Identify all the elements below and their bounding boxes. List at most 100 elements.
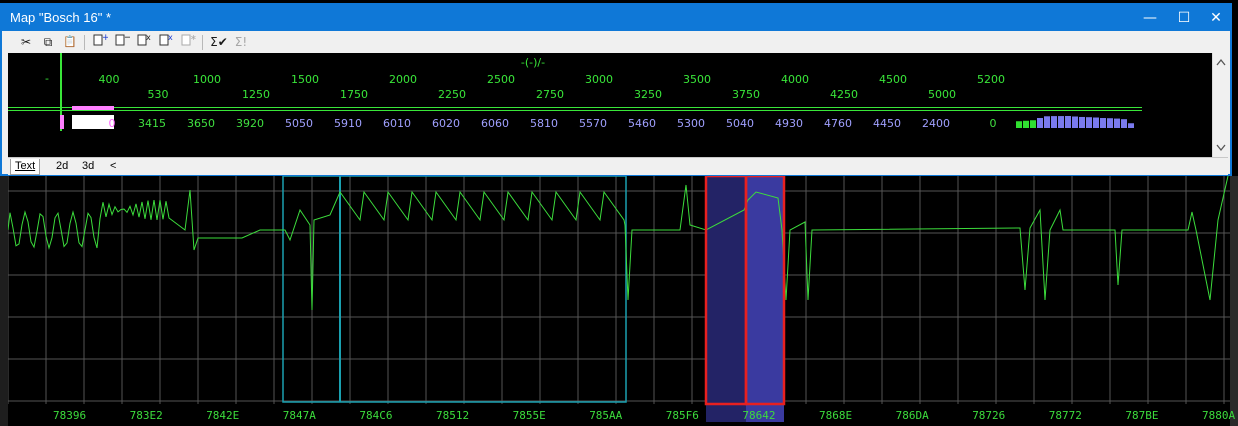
address-label: 7847A	[282, 409, 316, 422]
address-label: 7880A	[1202, 409, 1236, 422]
sum-icon[interactable]: Σ!	[230, 32, 252, 52]
x-axis-label: 1000	[193, 73, 221, 86]
x-axis-label: 5000	[928, 88, 956, 101]
sum-check-icon[interactable]: Σ✔	[208, 32, 230, 52]
svg-text:−: −	[124, 33, 130, 43]
mini-bar	[1030, 120, 1036, 128]
map-value-cell[interactable]: 4930	[775, 117, 803, 130]
minimize-button[interactable]: —	[1133, 5, 1167, 31]
x-axis-label: 2500	[487, 73, 515, 86]
mini-bar	[1093, 117, 1099, 128]
map-value-cell[interactable]: 4450	[873, 117, 901, 130]
x-axis-label: 3500	[683, 73, 711, 86]
mini-bar	[1058, 116, 1064, 128]
address-label: 785AA	[589, 409, 623, 422]
mini-bar	[1044, 116, 1050, 128]
corner-label: -	[45, 72, 49, 85]
map-grid-lines	[8, 53, 1142, 131]
mini-bar	[1051, 116, 1057, 128]
multiply-alt-icon[interactable]: x	[156, 32, 176, 52]
mini-bar	[1079, 116, 1085, 128]
disabled-op-icon[interactable]: ∗	[178, 32, 198, 52]
selection-shade	[706, 176, 746, 422]
svg-text:∗: ∗	[190, 33, 196, 42]
x-axis-label: 1750	[340, 88, 368, 101]
remove-row-icon[interactable]: −	[112, 32, 132, 52]
x-axis-label: 3250	[634, 88, 662, 101]
map-value-cell[interactable]: 5810	[530, 117, 558, 130]
svg-text:x: x	[168, 33, 173, 42]
copy-icon[interactable]: ⧉	[38, 32, 58, 52]
map-value-cell[interactable]: 3650	[187, 117, 215, 130]
address-label: 787BE	[1125, 409, 1159, 422]
maximize-button[interactable]: ☐	[1167, 5, 1201, 31]
data-trace	[7, 175, 1229, 311]
mini-bar	[1128, 123, 1134, 128]
tab-2d[interactable]: 2d	[52, 159, 72, 174]
map-value-cell[interactable]: 6010	[383, 117, 411, 130]
selection-fill	[746, 176, 784, 422]
svg-text:+: +	[102, 33, 108, 43]
x-axis-label: 400	[98, 73, 120, 86]
map-value-cell[interactable]: 3920	[236, 117, 264, 130]
mini-bar	[1107, 118, 1113, 128]
map-value-cell[interactable]: 6060	[481, 117, 509, 130]
map-value-cell[interactable]: 5570	[579, 117, 607, 130]
vertical-scrollbar[interactable]	[1212, 53, 1229, 157]
left-gutter	[0, 176, 8, 426]
paste-icon[interactable]: 📋	[60, 32, 80, 52]
map-window[interactable]: Map "Bosch 16" * — ☐ ✕ ✂ ⧉ 📋 + − x x ∗ Σ…	[0, 3, 1232, 176]
address-label: 783E2	[129, 409, 163, 422]
map-value-cell[interactable]: 0	[990, 117, 997, 130]
map-value-cell[interactable]: 6020	[432, 117, 460, 130]
mini-bar	[1072, 116, 1078, 128]
map-value-cell[interactable]: 5910	[334, 117, 362, 130]
x-axis-label: 1500	[291, 73, 319, 86]
add-row-icon[interactable]: +	[90, 32, 110, 52]
mini-bar	[1037, 118, 1043, 128]
x-axis-label: 4500	[879, 73, 907, 86]
address-label: 784C6	[359, 409, 393, 422]
map-value-cell[interactable]: 3415	[138, 117, 166, 130]
tab-text[interactable]: Text	[10, 159, 41, 175]
x-axis-label: 530	[147, 88, 169, 101]
cut-icon[interactable]: ✂	[16, 32, 36, 52]
map-value-cell[interactable]: 4760	[824, 117, 852, 130]
toolbar: ✂ ⧉ 📋 + − x x ∗ Σ✔ Σ!	[2, 31, 1230, 53]
tab-scroll-left-button[interactable]: <	[106, 159, 120, 174]
x-axis-label: 4250	[830, 88, 858, 101]
x-axis-label: 3750	[732, 88, 760, 101]
view-tabs: Text 2d 3d <	[8, 157, 1228, 175]
mini-bar	[1086, 117, 1092, 128]
mini-bar	[1114, 118, 1120, 128]
address-label: 78512	[436, 409, 470, 422]
address-label: 78396	[53, 409, 87, 422]
x-axis-label: 2250	[438, 88, 466, 101]
scroll-up-icon	[1216, 58, 1226, 66]
multiply-icon[interactable]: x	[134, 32, 154, 52]
x-axis-label: 1250	[242, 88, 270, 101]
map-value-cell[interactable]: 5040	[726, 117, 754, 130]
map-value-cell[interactable]: 5050	[285, 117, 313, 130]
x-axis-label: 3000	[585, 73, 613, 86]
close-button[interactable]: ✕	[1199, 5, 1233, 31]
address-label: 7842E	[206, 409, 240, 422]
mini-bar	[1023, 120, 1029, 128]
mini-bar	[1065, 116, 1071, 128]
toolbar-separator	[202, 35, 203, 50]
map-region-divider	[339, 176, 341, 402]
window-title: Map "Bosch 16" *	[10, 10, 112, 25]
map-value-cell[interactable]: 0	[109, 117, 116, 130]
right-gutter	[1230, 176, 1238, 426]
address-label: 786DA	[895, 409, 929, 422]
map-value-cell[interactable]: 5300	[677, 117, 705, 130]
toolbar-separator	[84, 35, 85, 50]
map-value-cell[interactable]: 2400	[922, 117, 950, 130]
tab-3d[interactable]: 3d	[78, 159, 98, 174]
map-value-cell[interactable]: 5460	[628, 117, 656, 130]
map-table[interactable]: -(-)/- - 400 1000 1500 2000 2500 3000 3500 4000…	[8, 53, 1212, 157]
mini-bar	[1121, 119, 1127, 128]
title-bar[interactable]: Map "Bosch 16" * — ☐ ✕	[2, 5, 1230, 31]
svg-text:x: x	[146, 33, 151, 42]
x-axis-label: 5200	[977, 73, 1005, 86]
